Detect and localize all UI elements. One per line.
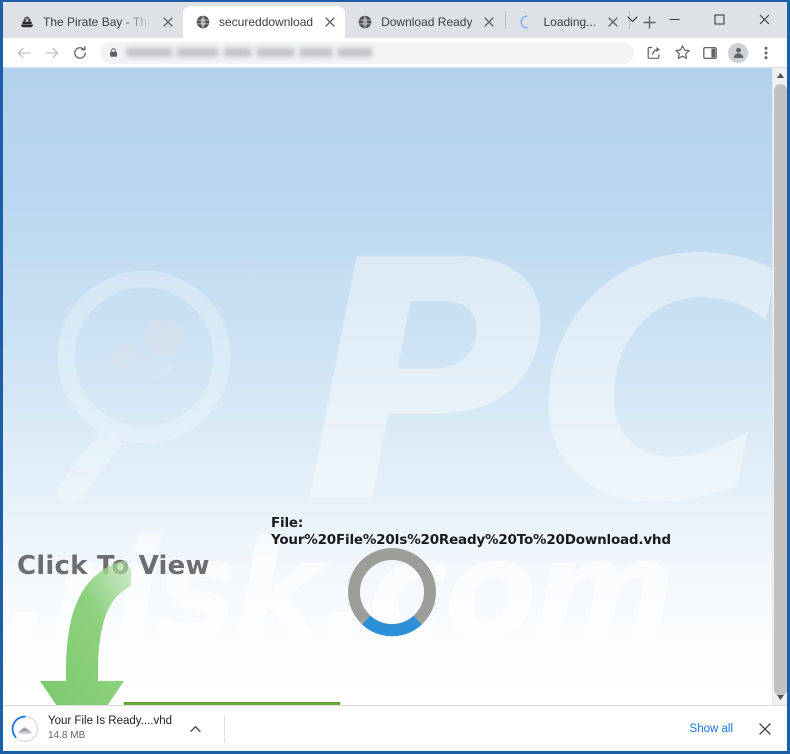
show-all-downloads-button[interactable]: Show all: [678, 717, 745, 741]
free-download-button[interactable]: FREE DOWNLOAD: [124, 702, 340, 705]
reload-icon[interactable]: [67, 40, 93, 66]
scrollbar-thumb[interactable]: [774, 84, 787, 696]
file-name-label: File: Your%20File%20Is%20Ready%20To%20Do…: [271, 515, 691, 549]
tab-loading[interactable]: Loading...: [507, 6, 628, 38]
close-shelf-button[interactable]: [753, 717, 777, 741]
address-bar-url[interactable]: [126, 48, 396, 57]
page-viewport: PC .risk.com File: Your%20File%20Is%20Re…: [3, 68, 787, 705]
magnifier-watermark-icon: [57, 265, 238, 515]
green-arrow-icon: [21, 558, 138, 705]
globe-icon: [357, 14, 373, 30]
tab-label: Download Ready: [381, 15, 473, 29]
three-dot-menu-icon[interactable]: [753, 40, 779, 66]
tab-label: The Pirate Bay - The g: [43, 15, 151, 29]
star-icon[interactable]: [669, 40, 695, 66]
loading-spinner-icon: [519, 14, 535, 30]
tab-close-button[interactable]: [159, 13, 177, 31]
download-file-name: Your File Is Ready....vhd: [48, 715, 173, 727]
download-file-size: 14.8 MB: [48, 730, 86, 741]
profile-avatar-icon[interactable]: [728, 42, 748, 63]
download-shelf: Your File Is Ready....vhd 14.8 MB Show a…: [3, 705, 787, 751]
window-controls: [612, 2, 787, 36]
tab-close-button[interactable]: [480, 13, 498, 31]
tab-label: secureddownload: [219, 15, 314, 29]
tab-download-ready[interactable]: Download Ready: [345, 6, 504, 38]
share-icon[interactable]: [641, 40, 667, 66]
download-item[interactable]: Your File Is Ready....vhd 14.8 MB: [11, 715, 172, 743]
pirate-ship-icon: [19, 14, 35, 30]
tab-close-button[interactable]: [321, 13, 339, 31]
side-panel-icon[interactable]: [697, 40, 723, 66]
browser-window: The Pirate Bay - The g secureddownload: [0, 0, 790, 754]
globe-icon: [195, 14, 211, 30]
address-bar[interactable]: [100, 41, 634, 64]
file-label-prefix: File:: [271, 515, 304, 531]
file-name-value: Your%20File%20Is%20Ready%20To%20Download…: [271, 532, 671, 548]
back-arrow-icon[interactable]: [11, 40, 37, 66]
download-file-icon: [11, 715, 39, 743]
download-menu-button[interactable]: [184, 718, 206, 740]
tab-strip: The Pirate Bay - The g secureddownload: [3, 2, 787, 38]
scroll-up-icon[interactable]: [773, 68, 787, 83]
scam-download-page: PC .risk.com File: Your%20File%20Is%20Re…: [3, 68, 772, 705]
page-scrollbar[interactable]: [772, 68, 787, 705]
tab-secureddownload[interactable]: secureddownload: [183, 6, 346, 38]
download-meta: Your File Is Ready....vhd 14.8 MB: [48, 715, 172, 742]
browser-toolbar: [3, 38, 787, 68]
close-button[interactable]: [742, 2, 787, 36]
shelf-divider: [224, 714, 226, 743]
scroll-down-icon[interactable]: [773, 690, 787, 705]
minimize-button[interactable]: [652, 2, 697, 36]
pc-watermark: PC: [303, 191, 772, 575]
tab-the-pirate-bay[interactable]: The Pirate Bay - The g: [7, 6, 183, 38]
tab-search-button[interactable]: [612, 2, 652, 36]
maximize-button[interactable]: [697, 2, 742, 36]
download-progress-spinner: [344, 544, 440, 640]
tab-separator: [505, 11, 507, 29]
tab-label: Loading...: [543, 15, 597, 29]
forward-arrow-icon[interactable]: [39, 40, 65, 66]
lock-icon: [108, 47, 119, 58]
